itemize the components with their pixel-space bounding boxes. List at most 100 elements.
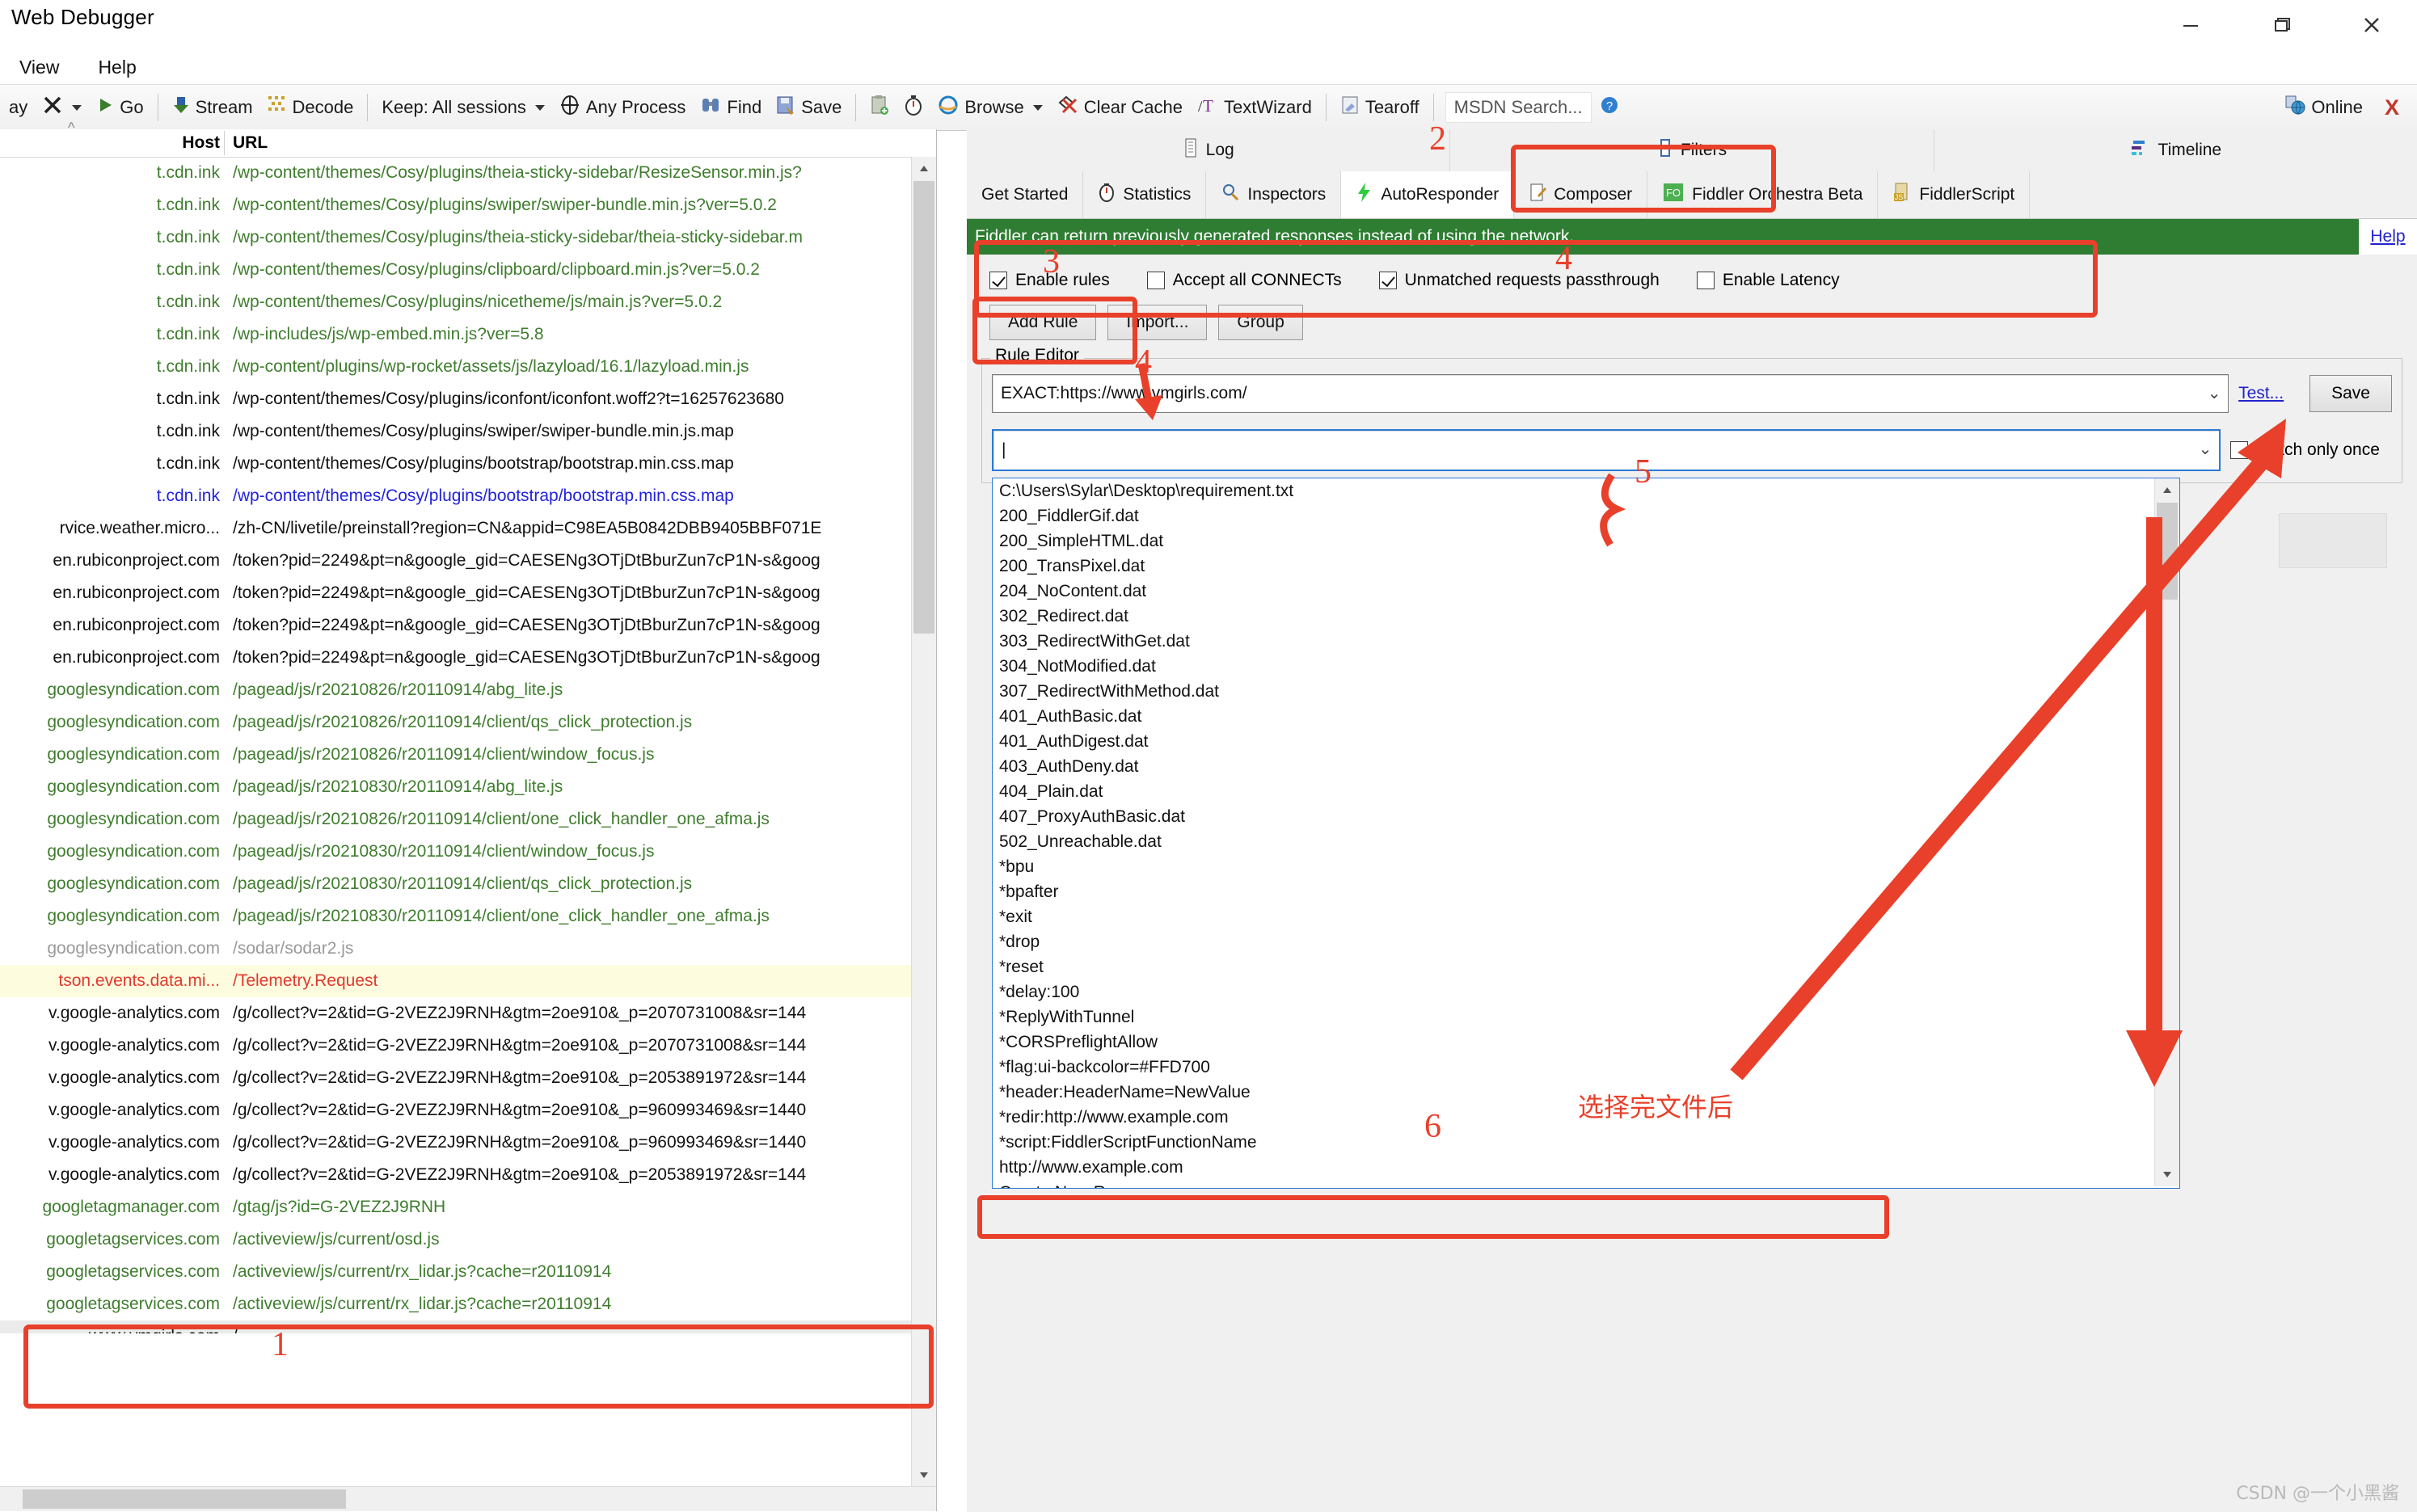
toolbar-stream[interactable]: Stream xyxy=(165,89,260,126)
sessions-horizontal-scrollbar[interactable] xyxy=(0,1486,936,1511)
toolbar-find[interactable]: Find xyxy=(693,89,769,126)
close-icon[interactable] xyxy=(2326,0,2417,50)
add-rule-button[interactable]: Add Rule xyxy=(989,305,1097,340)
checkbox-unmatched-passthrough[interactable]: Unmatched requests passthrough xyxy=(1378,271,1660,290)
table-row[interactable]: t.cdn.ink/wp-content/themes/Cosy/plugins… xyxy=(0,254,922,286)
column-header-url[interactable]: URL xyxy=(233,133,268,153)
tab-fiddlerscript[interactable]: JS FiddlerScript xyxy=(1878,171,2031,218)
toolbar-clear-cache[interactable]: Clear Cache xyxy=(1050,89,1190,126)
table-row[interactable]: t.cdn.ink/wp-content/themes/Cosy/plugins… xyxy=(0,286,922,318)
checkbox-enable-latency[interactable]: Enable Latency xyxy=(1696,271,1840,290)
toolbar-timer[interactable] xyxy=(896,89,930,126)
checkbox-match-only-once[interactable]: Match only once xyxy=(2230,440,2392,460)
dropdown-option[interactable]: 401_AuthDigest.dat xyxy=(993,729,2179,754)
tab-filters[interactable]: Filters xyxy=(1450,129,1934,171)
dropdown-option[interactable]: 303_RedirectWithGet.dat xyxy=(993,629,2179,654)
table-row[interactable]: v.google-analytics.com/g/collect?v=2&tid… xyxy=(0,1030,922,1062)
dropdown-option[interactable]: 200_TransPixel.dat xyxy=(993,554,2179,579)
import-button[interactable]: Import... xyxy=(1107,305,1208,340)
save-button[interactable]: Save xyxy=(2309,375,2392,412)
scroll-down-arrow-icon[interactable] xyxy=(912,1463,936,1487)
table-row[interactable]: googletagmanager.com/gtag/js?id=G-2VEZ2J… xyxy=(0,1191,922,1223)
sessions-list[interactable]: t.cdn.ink/wp-content/themes/Cosy/plugins… xyxy=(0,157,922,1333)
dropdown-option[interactable]: 302_Redirect.dat xyxy=(993,604,2179,629)
checkbox-checked-icon[interactable] xyxy=(989,272,1007,289)
table-row[interactable]: googlesyndication.com/pagead/js/r2021083… xyxy=(0,868,922,900)
scroll-down-arrow-icon[interactable] xyxy=(2155,1162,2179,1186)
table-row[interactable]: googlesyndication.com/pagead/js/r2021083… xyxy=(0,836,922,868)
tab-autoresponder[interactable]: AutoResponder xyxy=(1341,171,1515,218)
dropdown-option[interactable]: *exit xyxy=(993,904,2179,929)
table-row[interactable]: v.google-analytics.com/g/collect?v=2&tid… xyxy=(0,1127,922,1159)
table-row[interactable]: www.vmgirls.com / xyxy=(0,1320,922,1333)
checkbox-checked-icon[interactable] xyxy=(1378,272,1397,289)
table-row[interactable]: googlesyndication.com/pagead/js/r2021083… xyxy=(0,900,922,933)
checkbox-accept-all-connects[interactable]: Accept all CONNECTs xyxy=(1146,271,1342,290)
toolbar-replay[interactable]: ay xyxy=(2,89,35,126)
dropdown-option[interactable]: C:\Users\Sylar\Desktop\requirement.txt xyxy=(993,478,2179,503)
table-row[interactable]: googletagservices.com/activeview/js/curr… xyxy=(0,1288,922,1320)
table-row[interactable]: tson.events.data.mi... /Telemetry.Request xyxy=(0,965,922,997)
toolbar-remove[interactable] xyxy=(35,89,89,126)
checkbox-unchecked-icon[interactable] xyxy=(1146,272,1165,289)
table-row[interactable]: t.cdn.ink/wp-content/themes/Cosy/plugins… xyxy=(0,415,922,448)
minimize-icon[interactable] xyxy=(2145,0,2236,50)
toolbar-any-process[interactable]: Any Process xyxy=(552,89,694,126)
dropdown-option[interactable]: 204_NoContent.dat xyxy=(993,579,2179,604)
toolbar-save[interactable]: Save xyxy=(769,89,849,126)
dropdown-option[interactable]: *ReplyWithTunnel xyxy=(993,1004,2179,1030)
table-row[interactable]: en.rubiconproject.com/token?pid=2249&pt=… xyxy=(0,609,922,642)
table-row[interactable]: v.google-analytics.com/g/collect?v=2&tid… xyxy=(0,1062,922,1094)
dropdown-option[interactable]: *reset xyxy=(993,954,2179,979)
table-row[interactable]: en.rubiconproject.com/token?pid=2249&pt=… xyxy=(0,577,922,609)
dropdown-option[interactable]: 404_Plain.dat xyxy=(993,779,2179,804)
toolbar-go[interactable]: Go xyxy=(89,89,150,126)
scrollbar-thumb-horizontal[interactable] xyxy=(23,1489,346,1509)
toolbar-tearoff[interactable]: Tearoff xyxy=(1333,89,1427,126)
toolbar-browse[interactable]: Browse xyxy=(930,89,1049,126)
group-button[interactable]: Group xyxy=(1218,305,1303,340)
table-row[interactable]: t.cdn.ink/wp-content/themes/Cosy/plugins… xyxy=(0,189,922,221)
dropdown-option[interactable]: Create New Response... xyxy=(993,1180,2179,1188)
checkbox-unchecked-icon[interactable] xyxy=(1696,272,1715,289)
dropdown-option[interactable]: 401_AuthBasic.dat xyxy=(993,704,2179,729)
dropdown-option[interactable]: *bpu xyxy=(993,854,2179,879)
dropdown-options[interactable]: C:\Users\Sylar\Desktop\requirement.txt 20… xyxy=(993,478,2179,1188)
rule-action-dropdown-list[interactable]: C:\Users\Sylar\Desktop\requirement.txt 20… xyxy=(992,478,2180,1189)
table-row[interactable]: v.google-analytics.com/g/collect?v=2&tid… xyxy=(0,1094,922,1127)
table-row[interactable]: rvice.weather.micro... /zh-CN/livetile/pr… xyxy=(0,512,922,545)
toolbar-textwizard[interactable]: / T TextWizard xyxy=(1190,89,1319,126)
help-link[interactable]: Help xyxy=(2359,219,2417,255)
table-row[interactable]: googlesyndication.com/sodar/sodar2.js xyxy=(0,933,922,965)
tab-composer[interactable]: Composer xyxy=(1514,171,1648,218)
table-row[interactable]: googletagservices.com/activeview/js/curr… xyxy=(0,1256,922,1288)
table-row[interactable]: en.rubiconproject.com/token?pid=2249&pt=… xyxy=(0,545,922,577)
tab-get-started[interactable]: Get Started xyxy=(967,171,1084,218)
dropdown-option[interactable]: http://www.example.com xyxy=(993,1155,2179,1180)
rule-action-combobox[interactable]: | ⌄ xyxy=(992,429,2221,471)
table-row[interactable]: t.cdn.ink/wp-content/plugins/wp-rocket/a… xyxy=(0,351,922,383)
table-row[interactable]: googlesyndication.com/pagead/js/r2021082… xyxy=(0,739,922,771)
table-row[interactable]: v.google-analytics.com/g/collect?v=2&tid… xyxy=(0,997,922,1030)
toolbar-keep-sessions[interactable]: Keep: All sessions xyxy=(374,89,552,126)
table-row[interactable]: t.cdn.ink/wp-content/themes/Cosy/plugins… xyxy=(0,157,922,189)
tab-timeline[interactable]: Timeline xyxy=(1934,129,2417,171)
toolbar-close-button[interactable]: X xyxy=(2375,95,2409,120)
table-row[interactable]: googlesyndication.com/pagead/js/r2021083… xyxy=(0,771,922,803)
chevron-down-icon[interactable]: ⌄ xyxy=(2191,431,2219,466)
rule-match-combobox[interactable]: EXACT:https://www.vmgirls.com/ ⌄ xyxy=(992,374,2229,413)
dropdown-option[interactable]: *bpafter xyxy=(993,879,2179,904)
msdn-search-input[interactable]: MSDN Search... xyxy=(1445,92,1592,123)
scrollbar-thumb[interactable] xyxy=(2157,503,2178,600)
tab-statistics[interactable]: Statistics xyxy=(1083,171,1207,218)
dropdown-option[interactable]: 307_RedirectWithMethod.dat xyxy=(993,679,2179,704)
sessions-vertical-scrollbar[interactable] xyxy=(911,157,936,1487)
dropdown-option[interactable]: *delay:100 xyxy=(993,979,2179,1004)
menu-item-view[interactable]: View xyxy=(15,55,64,80)
dropdown-option[interactable]: 407_ProxyAuthBasic.dat xyxy=(993,804,2179,829)
tab-fiddler-orchestra[interactable]: FO Fiddler Orchestra Beta xyxy=(1647,171,1879,218)
dropdown-option[interactable]: *drop xyxy=(993,929,2179,954)
dropdown-option[interactable]: 200_FiddlerGif.dat xyxy=(993,503,2179,529)
scroll-up-arrow-icon[interactable] xyxy=(2155,478,2179,503)
toolbar-online[interactable]: Online xyxy=(2277,89,2370,126)
